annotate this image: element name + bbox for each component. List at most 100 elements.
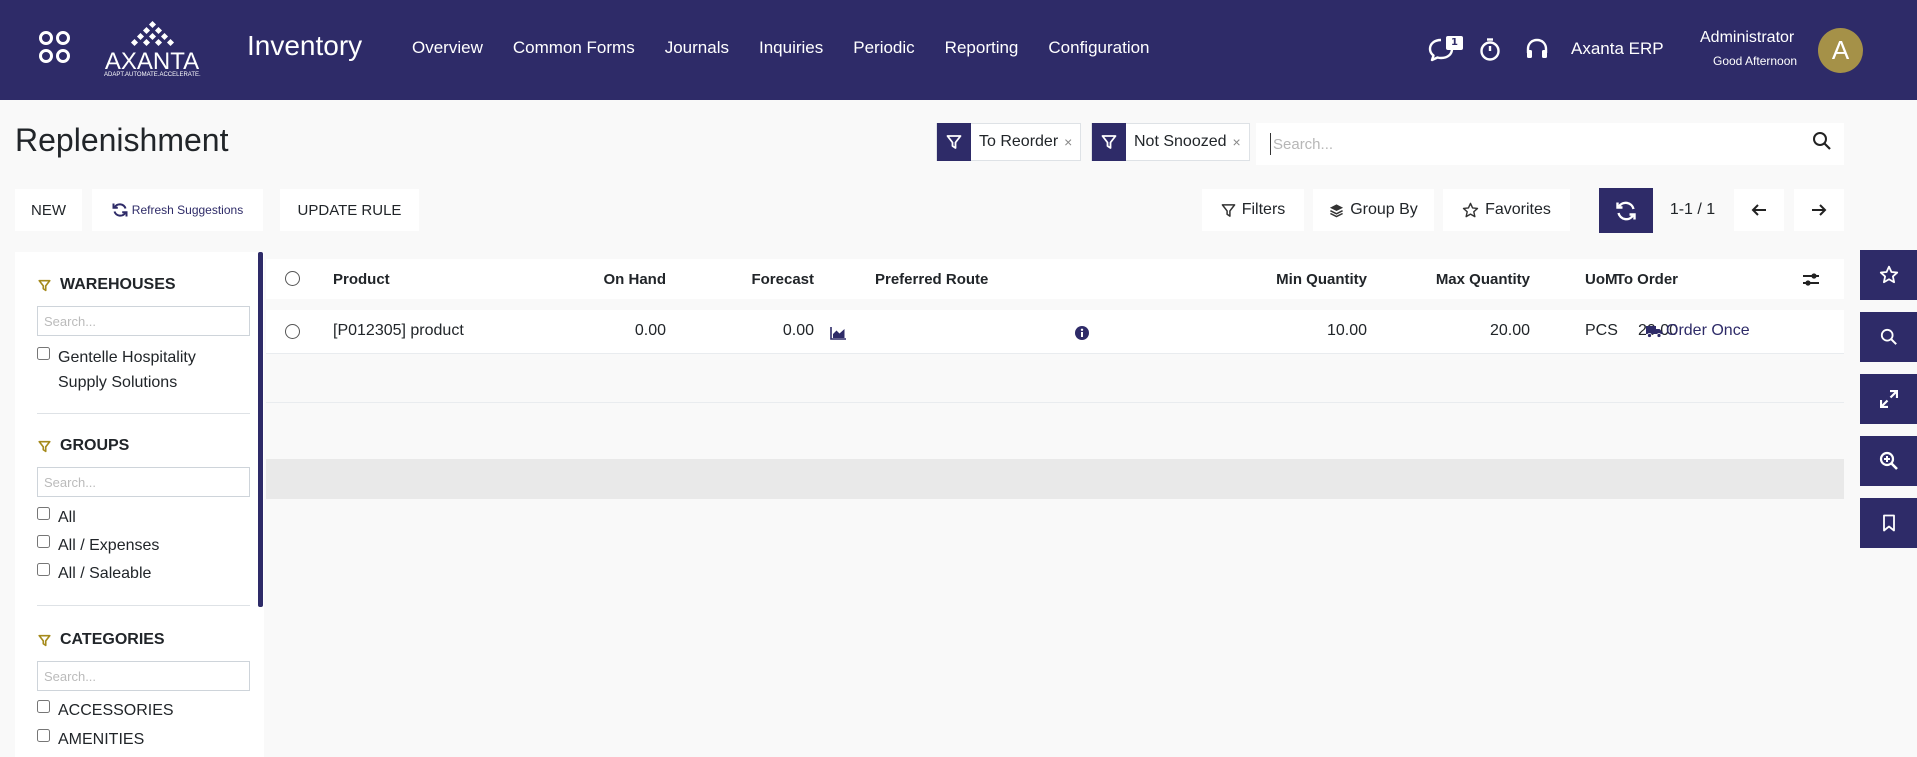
category-item[interactable]: ACCESSORIES [37,698,247,723]
column-forecast[interactable]: Forecast [714,271,814,288]
filter-icon [937,123,971,161]
forecast-chart-icon[interactable] [830,326,847,340]
update-rule-button[interactable]: UPDATE RULE [280,189,419,231]
warehouses-search-input[interactable] [37,306,250,336]
table-row[interactable]: [P012305] product 0.00 0.00 10.00 20.00 … [266,310,1844,353]
cell-forecast: 0.00 [782,322,814,339]
warehouse-checkbox[interactable] [37,347,50,360]
cell-max-quantity[interactable]: 20.00 [1380,322,1530,340]
cell-min-quantity[interactable]: 10.00 [1266,322,1367,340]
apps-grid-icon[interactable] [39,31,72,67]
groups-search-input[interactable] [37,467,250,497]
group-checkbox[interactable] [37,507,50,520]
column-preferred-route[interactable]: Preferred Route [875,271,988,288]
order-once-button[interactable]: Order Once [1646,322,1750,340]
refresh-icon [112,203,128,217]
quickbar-bookmark-button[interactable] [1860,498,1917,548]
info-icon[interactable] [1075,326,1089,340]
star-icon [1879,265,1898,284]
bookmark-icon [1882,514,1895,532]
quickbar-expand-button[interactable] [1860,374,1917,424]
section-header-groups: GROUPS [38,437,129,455]
column-uom[interactable]: UoM [1585,271,1618,288]
refresh-icon [1616,201,1636,220]
pager-previous-button[interactable] [1734,189,1784,231]
user-name[interactable]: Administrator [1700,29,1794,47]
app-title[interactable]: Inventory [247,30,362,62]
menu-overview[interactable]: Overview [412,38,483,58]
group-by-button[interactable]: Group By [1313,189,1434,231]
menu-configuration[interactable]: Configuration [1048,38,1149,58]
group-item[interactable]: All [37,505,247,530]
side-panel-scrollbar[interactable] [258,252,263,607]
facet-to-reorder: To Reorder × [936,123,1082,161]
chat-badge: 1 [1446,36,1463,50]
layers-icon [1330,203,1344,217]
section-title: GROUPS [60,437,130,454]
user-avatar[interactable]: A [1818,28,1863,73]
separator [37,413,250,414]
group-by-label: Group By [1350,201,1418,218]
filter-icon [1221,203,1236,217]
column-settings-icon[interactable] [1802,272,1820,288]
column-max-quantity[interactable]: Max Quantity [1380,271,1530,288]
section-header-categories: CATEGORIES [38,631,165,649]
new-button[interactable]: NEW [15,189,82,231]
menu-journals[interactable]: Journals [665,38,729,58]
favorites-button[interactable]: Favorites [1443,189,1570,231]
facet-label: Not Snoozed [1134,133,1227,150]
menu-common-forms[interactable]: Common Forms [513,38,635,58]
pager-value[interactable]: 1-1 / 1 [1660,189,1725,231]
quickbar-zoom-button[interactable] [1860,436,1917,486]
filter-icon [1092,123,1126,161]
arrow-left-icon [1751,204,1766,216]
menu-inquiries[interactable]: Inquiries [759,38,823,58]
group-checkbox[interactable] [37,563,50,576]
company-switcher[interactable]: Axanta ERP [1571,39,1664,59]
facet-remove-button[interactable]: × [1233,134,1249,150]
category-checkbox[interactable] [37,700,50,713]
search-input[interactable] [1270,133,1790,155]
facet-remove-button[interactable]: × [1064,134,1080,150]
cell-product[interactable]: [P012305] product [333,322,464,340]
quickbar-search-button[interactable] [1860,312,1917,362]
category-label: AMENITIES [58,731,145,748]
column-product[interactable]: Product [333,271,390,288]
filters-button[interactable]: Filters [1202,189,1304,231]
replenishment-list: Product On Hand Forecast Preferred Route… [266,259,1844,499]
search-icon[interactable] [1812,131,1832,151]
category-item[interactable]: AMENITIES [37,727,247,752]
separator [37,605,250,606]
filters-label: Filters [1241,201,1286,218]
column-on-hand[interactable]: On Hand [566,271,667,288]
section-header-warehouses: WAREHOUSES [38,276,176,294]
headset-icon[interactable] [1524,36,1550,62]
menu-periodic[interactable]: Periodic [853,38,914,58]
logo-tagline: ADAPT.AUTOMATE.ACCELERATE. [104,72,201,78]
search-icon [1880,328,1897,345]
row-select-radio[interactable] [285,324,300,339]
zoom-icon [1879,451,1898,470]
refresh-suggestions-button[interactable]: Refresh Suggestions [92,189,263,231]
cell-uom: PCS [1585,322,1618,339]
table-footer [266,459,1844,499]
group-item[interactable]: All / Expenses [37,533,247,558]
warehouse-item[interactable]: Gentelle Hospitality Supply Solutions [37,345,247,395]
column-min-quantity[interactable]: Min Quantity [1266,271,1367,288]
menu-reporting[interactable]: Reporting [945,38,1019,58]
group-checkbox[interactable] [37,535,50,548]
reload-button[interactable] [1599,188,1653,233]
filter-icon [38,634,51,646]
quickbar-favorite-button[interactable] [1860,250,1917,300]
star-icon [1462,202,1479,217]
filter-icon [38,440,51,452]
warehouse-label: Gentelle Hospitality Supply Solutions [58,349,196,391]
stopwatch-icon[interactable] [1477,36,1503,62]
pager-next-button[interactable] [1794,189,1844,231]
group-label: All / Saleable [58,565,152,582]
user-greeting: Good Afternoon [1713,54,1798,68]
category-checkbox[interactable] [37,729,50,742]
group-item[interactable]: All / Saleable [37,561,247,586]
select-all-radio[interactable] [285,271,300,286]
categories-search-input[interactable] [37,661,250,691]
